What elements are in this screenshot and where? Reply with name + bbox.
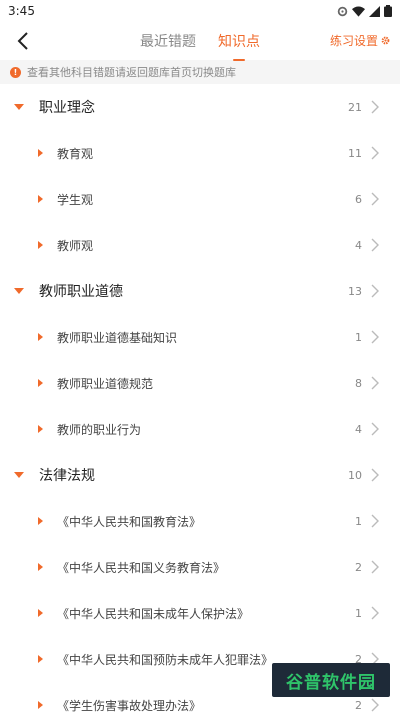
subcategory-label: 《中华人民共和国义务教育法》	[57, 560, 226, 575]
item-count: 4	[355, 422, 362, 436]
battery-icon	[384, 5, 392, 17]
expand-caret-icon	[38, 563, 43, 571]
practice-settings-label: 练习设置	[329, 34, 378, 48]
subcategory-label: 《中华人民共和国教育法》	[57, 514, 202, 529]
item-count: 10	[348, 468, 362, 482]
subcategory-label: 教师的职业行为	[57, 422, 142, 437]
tab-knowledge-points[interactable]: 知识点	[218, 25, 260, 57]
subcategory-label: 教师观	[57, 238, 94, 253]
expand-caret-icon	[38, 149, 43, 157]
subcategory-row[interactable]: 教师的职业行为 4	[0, 406, 400, 452]
subcategory-label: 教师职业道德基础知识	[57, 330, 178, 345]
gear-icon	[381, 36, 390, 45]
notice-bar: ! 查看其他科目错题请返回题库首页切换题库	[0, 60, 400, 84]
chevron-right-icon	[368, 604, 382, 622]
knowledge-tree: 职业理念 21 教育观 11 学生观 6 教师观 4 教师职业道德 13 教师职…	[0, 84, 400, 728]
category-label: 教师职业道德	[39, 284, 123, 300]
category-label: 法律法规	[39, 468, 95, 484]
category-row[interactable]: 教师职业道德 13	[0, 268, 400, 314]
collapse-caret-icon	[14, 104, 24, 110]
back-button[interactable]	[10, 28, 36, 54]
expand-caret-icon	[38, 241, 43, 249]
back-arrow-icon	[17, 32, 28, 50]
chevron-right-icon	[368, 328, 382, 346]
status-icons	[337, 5, 392, 17]
watermark-logo: 谷普软件园	[272, 663, 390, 697]
subcategory-row[interactable]: 《中华人民共和国未成年人保护法》 1	[0, 590, 400, 636]
item-count: 11	[348, 146, 362, 160]
subcategory-label: 《中华人民共和国预防未成年人犯罪法》	[57, 652, 274, 667]
item-count: 13	[348, 284, 362, 298]
expand-caret-icon	[38, 609, 43, 617]
item-count: 2	[355, 698, 362, 712]
signal-icon	[369, 5, 380, 17]
tab-recent-mistakes[interactable]: 最近错题	[140, 25, 196, 57]
category-row[interactable]: 职业理念 21	[0, 84, 400, 130]
status-time: 3:45	[8, 4, 35, 18]
watermark-text: 谷普软件园	[286, 672, 376, 693]
subcategory-row[interactable]: 教师职业道德规范 8	[0, 360, 400, 406]
chevron-right-icon	[368, 144, 382, 162]
subcategory-row[interactable]: 《中华人民共和国教育法》 1	[0, 498, 400, 544]
expand-caret-icon	[38, 195, 43, 203]
settings-gear-status-icon	[337, 6, 348, 16]
item-count: 1	[355, 330, 362, 344]
item-count: 8	[355, 376, 362, 390]
chevron-right-icon	[368, 512, 382, 530]
subcategory-row[interactable]: 教师观 4	[0, 222, 400, 268]
expand-caret-icon	[38, 425, 43, 433]
subcategory-label: 教师职业道德规范	[57, 376, 154, 391]
subcategory-label: 学生观	[57, 192, 94, 207]
collapse-caret-icon	[14, 472, 24, 478]
subcategory-row[interactable]: 《中华人民共和国义务教育法》 2	[0, 544, 400, 590]
item-count: 4	[355, 238, 362, 252]
practice-settings-button[interactable]: 练习设置	[330, 32, 390, 49]
collapse-caret-icon	[14, 288, 24, 294]
chevron-right-icon	[368, 98, 382, 116]
item-count: 1	[355, 514, 362, 528]
category-row[interactable]: 法律法规 10	[0, 452, 400, 498]
expand-caret-icon	[38, 333, 43, 341]
info-icon: !	[10, 66, 21, 78]
status-bar: 3:45	[0, 0, 400, 22]
chevron-right-icon	[368, 190, 382, 208]
chevron-right-icon	[368, 696, 382, 714]
expand-caret-icon	[38, 701, 43, 709]
chevron-right-icon	[368, 420, 382, 438]
subcategory-label: 教育观	[57, 146, 94, 161]
item-count: 21	[348, 100, 362, 114]
wifi-icon	[352, 6, 365, 17]
notice-text: 查看其他科目错题请返回题库首页切换题库	[27, 66, 236, 79]
expand-caret-icon	[38, 655, 43, 663]
chevron-right-icon	[368, 374, 382, 392]
item-count: 1	[355, 606, 362, 620]
chevron-right-icon	[368, 236, 382, 254]
category-label: 职业理念	[39, 100, 95, 116]
chevron-right-icon	[368, 558, 382, 576]
item-count: 6	[355, 192, 362, 206]
subcategory-row[interactable]: 教师职业道德基础知识 1	[0, 314, 400, 360]
chevron-right-icon	[368, 466, 382, 484]
chevron-right-icon	[368, 282, 382, 300]
subcategory-label: 《中华人民共和国未成年人保护法》	[57, 606, 250, 621]
tab-bar: 最近错题 知识点	[140, 25, 260, 57]
subcategory-row[interactable]: 学生观 6	[0, 176, 400, 222]
subcategory-row[interactable]: 教育观 11	[0, 130, 400, 176]
top-nav-bar: 最近错题 知识点 练习设置	[0, 22, 400, 60]
expand-caret-icon	[38, 517, 43, 525]
expand-caret-icon	[38, 379, 43, 387]
item-count: 2	[355, 560, 362, 574]
